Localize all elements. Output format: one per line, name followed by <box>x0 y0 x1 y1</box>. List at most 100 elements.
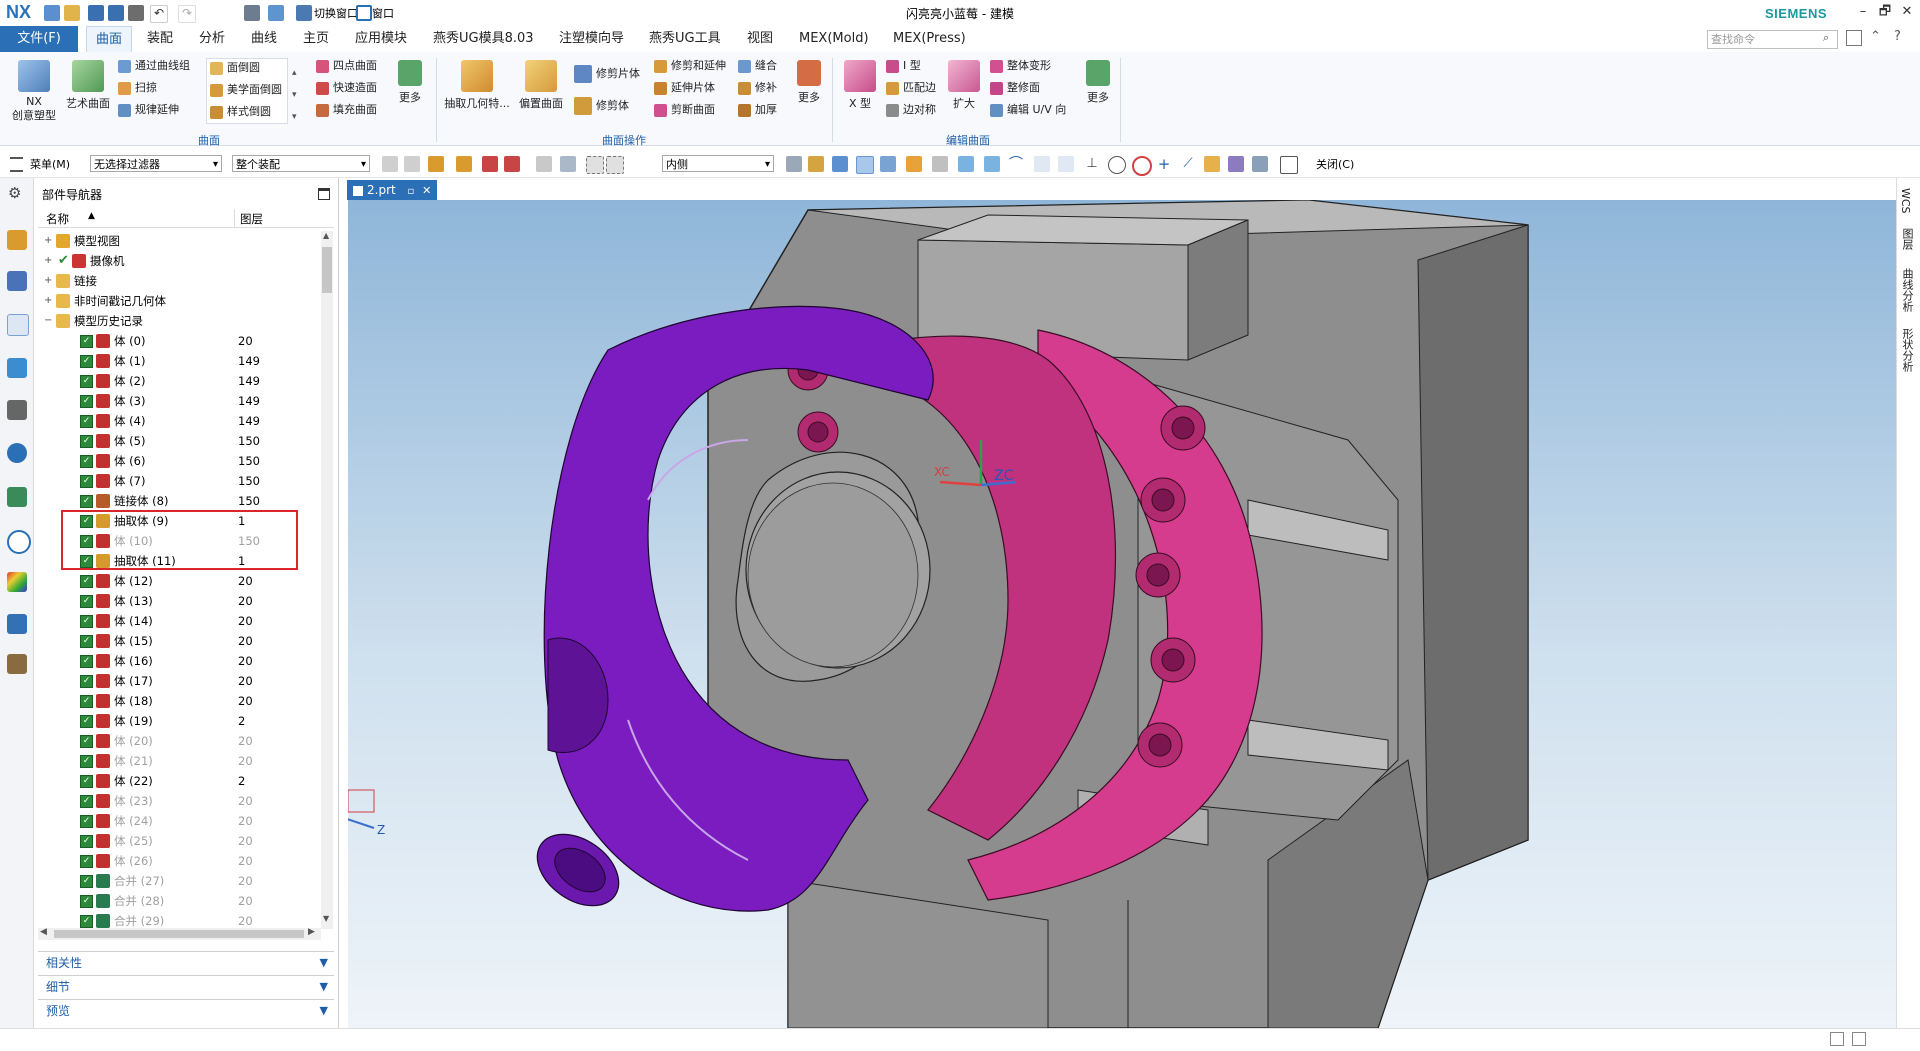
more-surface-ops-button[interactable]: 更多 <box>792 60 826 105</box>
tab-view[interactable]: 视图 <box>738 26 782 52</box>
visibility-checkbox-icon[interactable]: ✓ <box>80 635 93 648</box>
sew-button[interactable]: 缝合 <box>738 56 777 76</box>
status-options-icon[interactable] <box>1852 1032 1866 1046</box>
visibility-checkbox-icon[interactable]: ✓ <box>80 695 93 708</box>
visibility-checkbox-icon[interactable]: ✓ <box>80 495 93 508</box>
tab-mold-wizard[interactable]: 注塑模向导 <box>550 26 633 52</box>
more-edit-surface-button[interactable]: 更多 <box>1080 60 1116 105</box>
command-search-input[interactable]: 查找命令 <box>1707 30 1838 49</box>
horizontal-scroll-thumb[interactable] <box>54 930 304 938</box>
expand-toggle-icon[interactable]: + <box>44 231 52 251</box>
visibility-checkbox-icon[interactable]: ✓ <box>80 895 93 908</box>
general-select-icon[interactable] <box>428 156 444 172</box>
law-extension-button[interactable]: 规律延伸 <box>118 100 179 120</box>
lasso-select-icon[interactable] <box>606 156 624 174</box>
face-rule-select[interactable]: 内侧 <box>662 155 774 173</box>
snap-perpendicular-icon[interactable]: ⊥ <box>1084 156 1100 172</box>
feature-row[interactable]: ✓ 体 (16) 20 <box>38 651 326 671</box>
visibility-checkbox-icon[interactable]: ✓ <box>80 675 93 688</box>
constraint-navigator-icon[interactable] <box>7 271 27 291</box>
feature-row[interactable]: ✓ 体 (20) 20 <box>38 731 326 751</box>
snap-pole-icon[interactable] <box>1228 156 1244 172</box>
snap-close-button[interactable]: 关闭(C) <box>1316 156 1354 172</box>
clock-history-icon[interactable] <box>7 530 31 554</box>
visibility-checkbox-icon[interactable]: ✓ <box>80 615 93 628</box>
feature-row[interactable]: ✓ 体 (24) 20 <box>38 811 326 831</box>
visibility-checkbox-icon[interactable]: ✓ <box>80 755 93 768</box>
column-name-header[interactable]: 名称 <box>46 211 69 227</box>
collapse-ribbon-icon[interactable]: ⌃ <box>1870 29 1881 44</box>
x-type-button[interactable]: X 型 <box>840 60 880 111</box>
scroll-left-icon[interactable]: ◀ <box>40 927 47 937</box>
visibility-checkbox-icon[interactable]: ✓ <box>80 395 93 408</box>
type-filter-select[interactable]: 无选择过滤器 <box>90 155 222 173</box>
help-icon[interactable]: ? <box>1894 29 1901 44</box>
feature-row[interactable]: ✓ 体 (22) 2 <box>38 771 326 791</box>
close-button[interactable]: ✕ <box>1896 3 1918 21</box>
tree-node[interactable]: + 模型视图 <box>38 231 326 251</box>
feature-row[interactable]: ✓ 体 (23) 20 <box>38 791 326 811</box>
visibility-checkbox-icon[interactable]: ✓ <box>80 835 93 848</box>
hd3d-tools-icon[interactable] <box>7 400 27 420</box>
select-face-icon[interactable] <box>856 156 874 174</box>
feature-row[interactable]: ✓ 体 (5) 150 <box>38 431 326 451</box>
search-icon[interactable]: ⌕ <box>1823 31 1829 45</box>
tab-yanxiu-tools[interactable]: 燕秀UG工具 <box>640 26 730 52</box>
assembly-navigator-icon[interactable] <box>7 230 27 250</box>
visibility-checkbox-icon[interactable]: ✓ <box>80 375 93 388</box>
feature-row[interactable]: ✓ 体 (18) 20 <box>38 691 326 711</box>
expand-toggle-icon[interactable]: + <box>44 271 52 291</box>
selection-scope-select[interactable]: 整个装配 <box>232 155 370 173</box>
feature-row[interactable]: ✓ 体 (0) 20 <box>38 331 326 351</box>
visibility-check-icon[interactable]: ✔ <box>58 254 69 267</box>
tree-node[interactable]: + 链接 <box>38 271 326 291</box>
four-point-surface-button[interactable]: 四点曲面 <box>316 56 377 76</box>
select-feature-icon[interactable] <box>404 156 420 172</box>
dependencies-panel[interactable]: 相关性 ▼ <box>38 951 334 974</box>
column-layer-header[interactable]: 图层 <box>240 211 263 227</box>
aesthetic-blend-button[interactable]: 美学面倒圆 <box>210 80 282 100</box>
visibility-checkbox-icon[interactable]: ✓ <box>80 595 93 608</box>
extract-geometry-button[interactable]: 抽取几何特... <box>442 60 512 111</box>
snap-curve-icon[interactable] <box>1034 156 1050 172</box>
scroll-up-icon[interactable]: ▲ <box>323 231 329 240</box>
snap-line-icon[interactable] <box>984 156 1000 172</box>
tab-curve[interactable]: 曲线 <box>242 26 286 52</box>
feature-row[interactable]: ✓ 体 (17) 20 <box>38 671 326 691</box>
quick-surface-button[interactable]: 快速造面 <box>316 78 377 98</box>
feature-row[interactable]: ✓ 体 (7) 150 <box>38 471 326 491</box>
scrollbar-thumb[interactable] <box>322 247 332 293</box>
minimize-button[interactable]: – <box>1852 3 1874 21</box>
file-menu-button[interactable]: 文件(F) <box>0 26 78 52</box>
restore-button[interactable]: 🗗 <box>1874 3 1896 21</box>
part-navigator-icon[interactable] <box>7 314 29 336</box>
tab-mex-mold[interactable]: MEX(Mold) <box>790 26 878 52</box>
preview-panel[interactable]: 预览 ▼ <box>38 999 334 1022</box>
tree-node[interactable]: + 非时间戳记几何体 <box>38 291 326 311</box>
view-cube-icon[interactable] <box>808 156 824 172</box>
face-fillet-button[interactable]: 面倒圆 <box>210 58 260 78</box>
snap-intersection-icon[interactable]: + <box>1156 156 1172 172</box>
extend-sheet-button[interactable]: 延伸片体 <box>654 78 715 98</box>
snap-face-icon[interactable] <box>1204 156 1220 172</box>
tab-application[interactable]: 应用模块 <box>346 26 416 52</box>
layers-tab[interactable]: 图层 <box>1899 228 1915 250</box>
feature-row[interactable]: ✓ 体 (19) 2 <box>38 711 326 731</box>
visibility-checkbox-icon[interactable]: ✓ <box>80 915 93 928</box>
fullscreen-icon[interactable] <box>1830 1032 1844 1046</box>
visibility-checkbox-icon[interactable]: ✓ <box>80 875 93 888</box>
trim-extend-button[interactable]: 修剪和延伸 <box>654 56 726 76</box>
shaded-icon[interactable] <box>786 156 802 172</box>
system-materials-icon[interactable] <box>7 572 27 592</box>
tree-node[interactable]: − 模型历史记录 <box>38 311 326 331</box>
snap-midpoint-icon[interactable] <box>906 156 922 172</box>
trim-body-button[interactable]: 修剪体 <box>574 96 629 116</box>
visibility-checkbox-icon[interactable]: ✓ <box>80 715 93 728</box>
expand-toggle-icon[interactable]: + <box>44 291 52 311</box>
part-file-tab[interactable]: 2.prt ▫ ✕ <box>347 180 437 200</box>
visibility-checkbox-icon[interactable]: ✓ <box>80 575 93 588</box>
snap-center-icon[interactable] <box>1108 156 1126 174</box>
feature-row[interactable]: ✓ 体 (14) 20 <box>38 611 326 631</box>
tab-yanxiu-mold[interactable]: 燕秀UG模具8.03 <box>424 26 543 52</box>
feature-row[interactable]: ✓ 合并 (27) 20 <box>38 871 326 891</box>
